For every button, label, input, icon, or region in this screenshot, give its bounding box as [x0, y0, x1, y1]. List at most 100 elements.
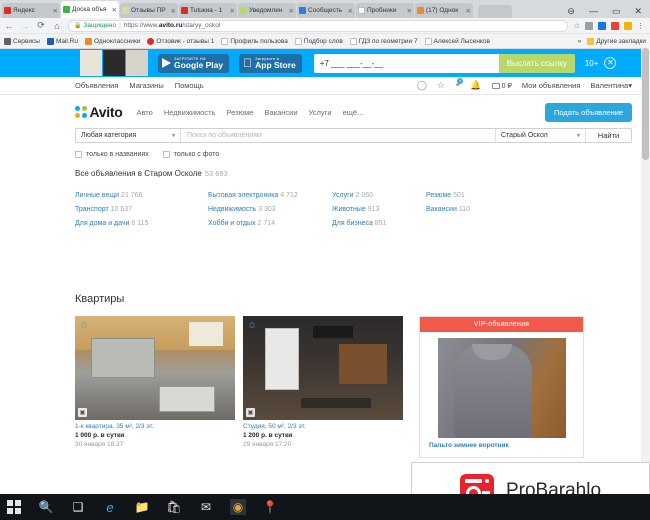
nav-item-vacancies[interactable]: Вакансии	[264, 108, 297, 117]
bookmark-item[interactable]: ГДЗ по геометрии 7	[349, 37, 418, 45]
category-link[interactable]: Личные вещи 21 766	[75, 192, 208, 199]
back-icon[interactable]: ←	[4, 21, 14, 31]
nav-item-more[interactable]: ещё...	[343, 108, 364, 117]
submit-ad-button[interactable]: Подать объявление	[544, 102, 632, 122]
all-ads-line[interactable]: Все объявления в Старом Осколе 53 683	[75, 169, 650, 178]
nav-item-auto[interactable]: Авто	[136, 108, 152, 117]
nav-item-services[interactable]: Услуги	[309, 108, 332, 117]
address-bar[interactable]: 🔒 Защищено | https://www.avito.ru/staryy…	[68, 19, 568, 32]
tab-close-icon[interactable]: ✕	[230, 7, 235, 15]
tab-close-icon[interactable]: ✕	[53, 7, 58, 15]
file-explorer-icon[interactable]: 📁	[134, 499, 150, 515]
tab-close-icon[interactable]: ✕	[466, 7, 471, 15]
mail-icon[interactable]: ✉	[198, 499, 214, 515]
extension-icon[interactable]	[598, 21, 606, 30]
checkbox[interactable]	[75, 151, 82, 158]
tab-close-icon[interactable]: ✕	[348, 7, 353, 15]
phone-input[interactable]: +7 ___ ___-__-__	[313, 53, 499, 73]
listing-title[interactable]: Студия, 50 м², 2/3 эт.	[243, 423, 403, 430]
listing-photo[interactable]: ✩ ▣	[75, 316, 235, 420]
minimize-button[interactable]: —	[589, 7, 598, 16]
browser-tab[interactable]: Сообщесть ✕	[297, 3, 355, 18]
notifications-icon[interactable]: 🔔	[470, 81, 481, 90]
browser-tab-active[interactable]: Доска объя ✕	[61, 1, 119, 18]
category-link[interactable]: Для дома и дачи 6 115	[75, 220, 208, 227]
store-icon[interactable]: 🛍	[166, 499, 182, 515]
reload-icon[interactable]: ⟳	[36, 20, 46, 31]
bookmark-item[interactable]: Mail.Ru	[46, 37, 78, 45]
bookmark-item[interactable]: Отзовик - отзывы 1	[147, 37, 214, 45]
new-tab-button[interactable]	[478, 5, 512, 18]
tab-close-icon[interactable]: ✕	[112, 6, 117, 14]
favorites-icon[interactable]: ☆	[437, 81, 445, 90]
other-bookmarks-folder[interactable]: Другие закладки	[587, 37, 646, 45]
city-select[interactable]: Старый Оскол ▾	[496, 129, 586, 142]
favorite-star-icon[interactable]: ✩	[247, 320, 257, 330]
vip-listing-title[interactable]: Пальто зимнее воротник	[429, 442, 574, 449]
user-menu[interactable]: Валентина▾	[590, 81, 632, 90]
nav-item-realty[interactable]: Недвижимость	[164, 108, 216, 117]
search-icon[interactable]: 🔍	[38, 499, 54, 515]
vip-listing-photo[interactable]: ✩	[437, 338, 566, 438]
topnav-link-help[interactable]: Помощь	[175, 81, 204, 90]
browser-tab[interactable]: (17) Однок ✕	[415, 3, 473, 18]
topnav-link-ads[interactable]: Объявления	[75, 81, 118, 90]
bookmark-item[interactable]: Одноклассники	[84, 37, 140, 45]
reviews-icon[interactable]: ◓ 4	[455, 78, 464, 90]
chrome-icon[interactable]: ◉	[230, 499, 246, 515]
tab-close-icon[interactable]: ✕	[171, 7, 176, 15]
extension-icon[interactable]	[585, 21, 593, 30]
bookmark-star-icon[interactable]: ☆	[574, 22, 580, 30]
listing-photo[interactable]: ✩ ▣	[243, 316, 403, 420]
close-button[interactable]: ✕	[634, 7, 642, 16]
bookmark-item[interactable]: Профиль пользова	[221, 37, 288, 45]
google-play-button[interactable]: ЗАГРУЗИТЕ НА Google Play	[158, 53, 230, 73]
chrome-menu-icon[interactable]: ⋮	[637, 22, 644, 30]
category-link[interactable]: Бытовая электроника 4 712	[208, 192, 332, 199]
checkbox[interactable]	[162, 151, 170, 158]
extension-icon[interactable]	[611, 21, 619, 30]
favorite-star-icon[interactable]: ✩	[442, 342, 452, 352]
scrollbar-thumb[interactable]	[642, 48, 649, 160]
send-link-button[interactable]: Выслать ссылку	[498, 53, 575, 73]
app-store-button[interactable]:  Загрузите в App Store	[239, 53, 302, 73]
profile-icon[interactable]: ⊖	[567, 7, 575, 16]
category-link[interactable]: Для бизнеса 851	[332, 220, 426, 227]
browser-tab[interactable]: Уведомлен ✕	[238, 3, 296, 18]
topnav-link-shops[interactable]: Магазины	[129, 81, 163, 90]
promo-close-icon[interactable]: ✕	[604, 57, 617, 69]
browser-tab[interactable]: Отзывы ПР ✕	[120, 3, 178, 18]
category-link[interactable]: Вакансии 110	[426, 206, 526, 213]
browser-tab[interactable]: Пробники ✕	[356, 3, 414, 18]
browser-tab[interactable]: Tutuкиа - 1 ✕	[179, 3, 237, 18]
tab-close-icon[interactable]: ✕	[407, 7, 412, 15]
search-input[interactable]: Поиск по объявлениям	[181, 129, 496, 142]
edge-icon[interactable]: e	[102, 499, 118, 515]
favorite-star-icon[interactable]: ✩	[79, 320, 89, 330]
task-view-icon[interactable]: ❑	[70, 499, 86, 515]
browser-tab[interactable]: Яндекс ✕	[2, 3, 60, 18]
start-button[interactable]	[6, 499, 22, 515]
forward-icon[interactable]: →	[20, 21, 30, 31]
my-ads-link[interactable]: Мои объявления	[522, 81, 581, 90]
category-link[interactable]: Резюме 501	[426, 192, 526, 199]
maximize-button[interactable]: ▭	[612, 7, 621, 16]
nav-item-resume[interactable]: Резюме	[226, 108, 253, 117]
listing-card[interactable]: ✩ ▣ 1-к квартира, 35 м², 2/3 эт. 1 000 р…	[75, 316, 235, 448]
avito-logo[interactable]: Avito	[75, 104, 123, 120]
listing-title[interactable]: 1-к квартира, 35 м², 2/3 эт.	[75, 423, 235, 430]
bookmark-item[interactable]: Сервисы	[4, 37, 40, 45]
tab-close-icon[interactable]: ✕	[289, 7, 294, 15]
bookmark-item[interactable]: Алексей Лысенков	[424, 37, 490, 45]
category-link[interactable]: Животные 913	[332, 206, 426, 213]
bookmarks-overflow-icon[interactable]: »	[578, 38, 582, 45]
page-scrollbar[interactable]: ▲ ▼	[641, 48, 650, 490]
category-link[interactable]: Хобби и отдых 2 714	[208, 220, 332, 227]
category-link[interactable]: Недвижимость 3 303	[208, 206, 332, 213]
filter-photo-only[interactable]: только с фото	[162, 151, 219, 158]
listing-card[interactable]: ✩ ▣ Студия, 50 м², 2/3 эт. 1 200 р. в су…	[243, 316, 403, 448]
filter-title-only[interactable]: только в названиях	[75, 151, 149, 158]
bookmark-item[interactable]: Подбор слов	[294, 37, 343, 45]
find-button[interactable]: Найти	[586, 129, 631, 142]
wallet-balance[interactable]: 0 ₽	[491, 82, 512, 90]
